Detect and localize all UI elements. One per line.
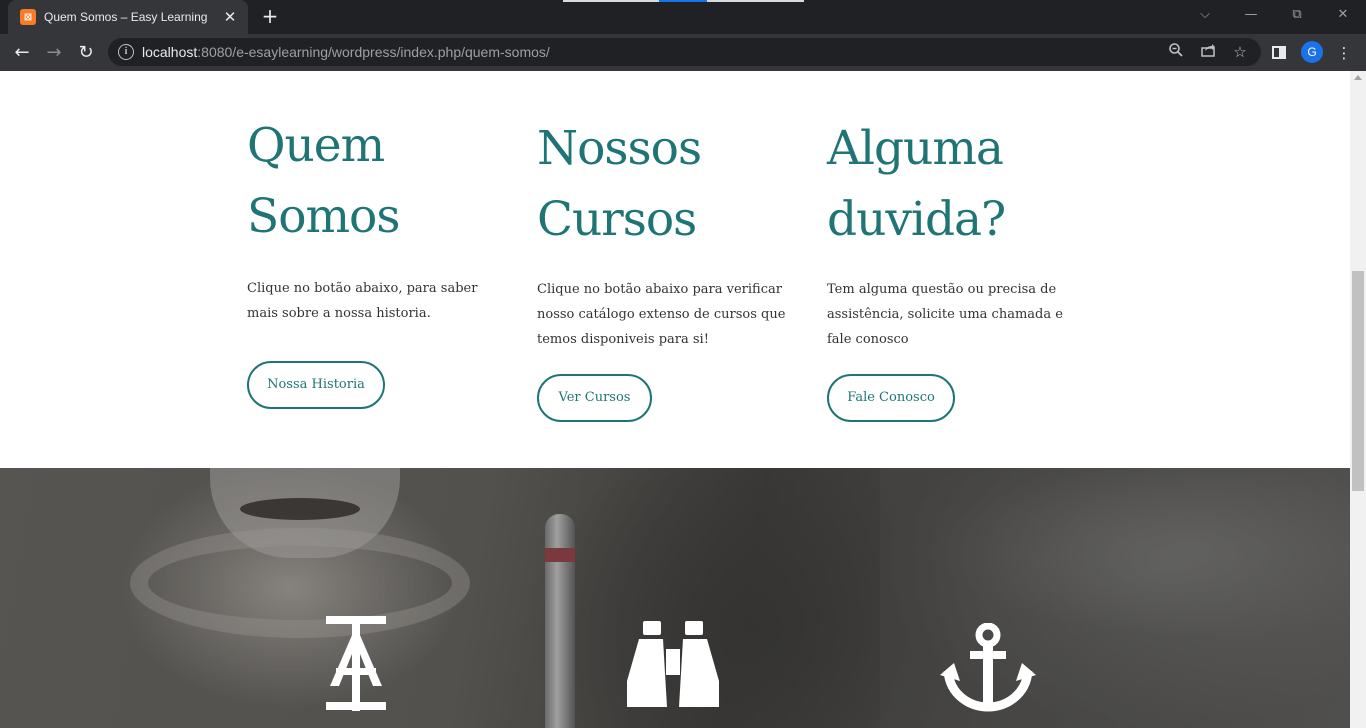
side-panel-icon[interactable] xyxy=(1272,46,1286,59)
tab-strip-highlight-blue xyxy=(659,0,707,2)
site-info-icon[interactable]: i xyxy=(118,44,134,60)
bookmark-star-icon[interactable]: ☆ xyxy=(1230,42,1250,62)
back-button[interactable]: ← xyxy=(8,39,36,67)
binoculars-icon xyxy=(627,621,719,707)
page-content: Quem Somos Clique no botão abaixo, para … xyxy=(0,71,1350,728)
column-nossos-cursos: Nossos Cursos Clique no botão abaixo par… xyxy=(537,113,787,422)
page-scrollbar[interactable] xyxy=(1350,71,1366,728)
window-close-button[interactable]: ✕ xyxy=(1320,0,1366,30)
heading-line-1: Quem xyxy=(247,118,385,173)
zoom-icon[interactable] xyxy=(1166,42,1186,62)
share-icon[interactable] xyxy=(1198,42,1218,62)
column-text: Clique no botão abaixo para verificar no… xyxy=(537,282,786,347)
new-tab-button[interactable]: + xyxy=(258,5,282,29)
menu-kebab-icon[interactable]: ⋮ xyxy=(1333,42,1355,64)
profile-avatar[interactable]: G xyxy=(1301,41,1323,63)
column-alguma-duvida: Alguma duvida? Tem alguma questão ou pre… xyxy=(827,113,1077,422)
hero-background-image xyxy=(0,468,1350,728)
tab-title: Quem Somos – Easy Learning xyxy=(44,10,208,24)
browser-tab-strip: ⊠ Quem Somos – Easy Learning ✕ + ⌵ — ⧉ ✕ xyxy=(0,0,1366,34)
minimize-button[interactable]: — xyxy=(1228,0,1274,30)
ver-cursos-button[interactable]: Ver Cursos xyxy=(537,374,652,422)
url-host: localhost xyxy=(142,44,198,60)
browser-tab-active[interactable]: ⊠ Quem Somos – Easy Learning ✕ xyxy=(8,0,248,34)
scrollbar-up-arrow[interactable] xyxy=(1354,75,1362,80)
scrollbar-thumb[interactable] xyxy=(1352,271,1364,491)
url-path: :8080/e-esaylearning/wordpress/index.php… xyxy=(197,44,550,60)
column-heading: Quem Somos xyxy=(247,110,497,252)
anchor-icon xyxy=(940,623,1036,712)
magnifier-icon xyxy=(1169,43,1183,57)
address-bar[interactable]: i localhost:8080/e-esaylearning/wordpres… xyxy=(108,38,1261,66)
fale-conosco-button[interactable]: Fale Conosco xyxy=(827,374,955,422)
heading-line-1: Nossos xyxy=(537,121,702,176)
heading-line-1: Alguma xyxy=(827,121,1004,176)
column-heading: Alguma duvida? xyxy=(827,113,1077,255)
type-icon xyxy=(326,616,386,711)
column-text: Clique no botão abaixo, para saber mais … xyxy=(247,281,478,321)
reload-button[interactable]: ↻ xyxy=(72,39,100,67)
column-heading: Nossos Cursos xyxy=(537,113,787,255)
forward-button[interactable]: → xyxy=(40,39,68,67)
tab-search-icon[interactable]: ⌵ xyxy=(1182,0,1228,30)
restore-button[interactable]: ⧉ xyxy=(1274,0,1320,30)
column-quem-somos: Quem Somos Clique no botão abaixo, para … xyxy=(247,110,497,409)
nossa-historia-button[interactable]: Nossa Historia xyxy=(247,361,385,409)
tab-close-icon[interactable]: ✕ xyxy=(222,8,238,26)
url-text[interactable]: localhost:8080/e-esaylearning/wordpress/… xyxy=(142,38,550,66)
heading-line-2: Cursos xyxy=(537,192,697,247)
xampp-favicon-icon: ⊠ xyxy=(20,9,36,25)
heading-line-2: duvida? xyxy=(827,192,1006,247)
heading-line-2: Somos xyxy=(247,189,400,244)
browser-toolbar: ← → ↻ i localhost:8080/e-esaylearning/wo… xyxy=(0,34,1366,71)
share-arrow-icon xyxy=(1201,44,1215,57)
column-text: Tem alguma questão ou precisa de assistê… xyxy=(827,282,1063,347)
